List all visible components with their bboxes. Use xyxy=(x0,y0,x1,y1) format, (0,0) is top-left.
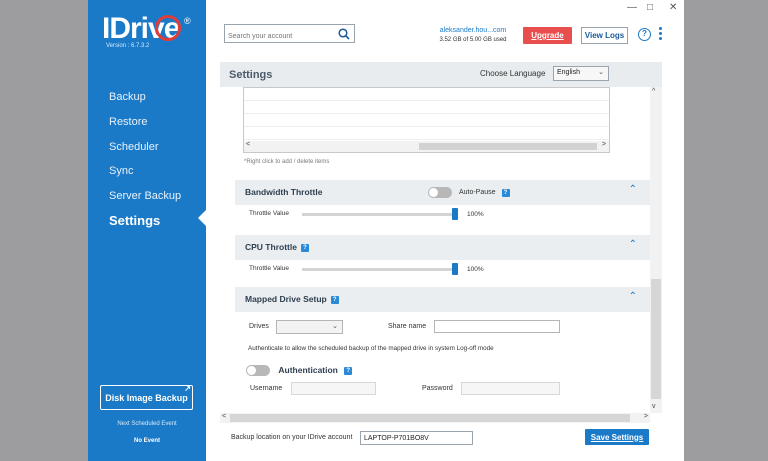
sidebar-item-restore[interactable]: Restore xyxy=(109,114,181,139)
next-event-label: Next Scheduled Event xyxy=(117,421,177,427)
sidebar-item-settings[interactable]: Settings xyxy=(109,213,181,238)
sidebar-nav: Backup Restore Scheduler Sync Server Bac… xyxy=(109,89,181,238)
chevron-up-icon[interactable]: ⌃ xyxy=(629,291,637,302)
sidebar-item-scheduler[interactable]: Scheduler xyxy=(109,139,181,164)
search-input[interactable] xyxy=(225,28,335,45)
idrive-window: IDrive ® Version : 6.7.3.2 Backup Restor… xyxy=(88,0,684,461)
drives-label: Drives xyxy=(249,323,269,330)
save-settings-button[interactable]: Save Settings xyxy=(585,429,649,445)
bandwidth-slider-handle[interactable] xyxy=(452,208,458,220)
logo-ring-icon xyxy=(155,15,181,41)
throttle-label: Throttle Value xyxy=(249,265,289,272)
cpu-slider-track[interactable] xyxy=(302,268,455,271)
sidebar: IDrive ® Version : 6.7.3.2 Backup Restor… xyxy=(88,0,206,461)
bandwidth-section-header[interactable]: Bandwidth Throttle Auto-Pause ? ⌃ xyxy=(235,180,650,205)
chevron-down-icon: ⌄ xyxy=(332,323,338,330)
maximize-icon[interactable]: □ xyxy=(647,2,653,13)
chevron-up-icon[interactable]: ⌃ xyxy=(629,184,637,195)
chevron-up-icon[interactable]: ⌃ xyxy=(629,239,637,250)
question-icon[interactable]: ? xyxy=(344,366,353,375)
scroll-left-icon[interactable]: < xyxy=(222,413,226,420)
authentication-label: Authentication xyxy=(278,365,338,375)
list-hint: *Right click to add / delete items xyxy=(244,159,330,165)
cpu-section-header[interactable]: CPU Throttle? ⌃ xyxy=(235,235,650,260)
scroll-right-icon[interactable]: > xyxy=(644,413,648,420)
question-icon[interactable]: ? xyxy=(501,188,510,197)
question-icon[interactable]: ? xyxy=(330,295,339,304)
bandwidth-title: Bandwidth Throttle xyxy=(245,187,323,197)
drives-select[interactable]: ⌄ xyxy=(276,320,343,334)
sidebar-item-backup[interactable]: Backup xyxy=(109,89,181,114)
cpu-title: CPU Throttle? xyxy=(245,242,309,252)
mapped-drive-title: Mapped Drive Setup? xyxy=(245,294,339,304)
list-item[interactable] xyxy=(244,88,609,101)
content-vertical-scrollbar[interactable]: ^ v xyxy=(650,87,662,413)
help-icon[interactable]: ? xyxy=(638,28,651,41)
auto-pause-label: Auto-Pause xyxy=(458,189,496,197)
upgrade-button[interactable]: Upgrade xyxy=(523,27,572,44)
list-item[interactable] xyxy=(244,114,609,127)
page-title: Settings xyxy=(229,69,273,81)
version-label: Version : 6.7.3.2 xyxy=(106,43,150,49)
username-label: Username xyxy=(250,385,283,392)
backup-location-label: Backup location on your IDrive account xyxy=(231,434,353,441)
scroll-left-icon[interactable]: < xyxy=(246,141,250,148)
storage-usage: 3.52 GB of 5.00 GB used xyxy=(439,37,507,43)
disk-image-backup-button[interactable]: Disk Image Backup ↗ xyxy=(100,384,193,410)
list-item[interactable] xyxy=(244,101,609,114)
scroll-up-icon[interactable]: ^ xyxy=(652,88,655,95)
throttle-label: Throttle Value xyxy=(249,210,289,217)
bandwidth-slider-track[interactable] xyxy=(302,213,455,216)
kebab-menu-icon[interactable] xyxy=(659,27,663,42)
list-horizontal-scrollbar[interactable]: < > xyxy=(244,141,609,152)
auto-pause-control: Auto-Pause ? xyxy=(428,187,510,198)
username-input[interactable] xyxy=(291,382,376,395)
idrive-logo: IDrive ® xyxy=(102,12,191,45)
next-event-value: No Event xyxy=(133,438,160,444)
share-name-input[interactable] xyxy=(434,320,560,333)
settings-header: Settings Choose Language English ⌄ xyxy=(220,62,662,87)
list-scroll-thumb[interactable] xyxy=(419,143,597,150)
cpu-throttle-row: Throttle Value 100% xyxy=(249,263,649,277)
bottom-bar: Backup location on your IDrive account L… xyxy=(220,423,662,461)
authentication-row: Authentication ? xyxy=(246,365,353,377)
sidebar-item-sync[interactable]: Sync xyxy=(109,163,181,188)
scroll-down-icon[interactable]: v xyxy=(652,403,656,410)
language-label: Choose Language xyxy=(480,69,546,78)
mapped-drive-section-header[interactable]: Mapped Drive Setup? ⌃ xyxy=(235,287,650,312)
vertical-scroll-thumb[interactable] xyxy=(651,279,661,399)
minimize-icon[interactable]: — xyxy=(627,2,637,13)
language-select[interactable]: English ⌄ xyxy=(553,66,609,81)
chevron-down-icon: ⌄ xyxy=(598,69,604,76)
external-link-icon: ↗ xyxy=(184,384,191,393)
share-name-label: Share name xyxy=(388,323,427,330)
settings-content: < > *Right click to add / delete items B… xyxy=(220,87,650,411)
content-horizontal-scrollbar[interactable]: < > xyxy=(220,413,650,423)
throttle-value: 100% xyxy=(467,211,484,218)
throttle-value: 100% xyxy=(467,266,484,273)
search-box xyxy=(224,24,355,45)
exclusion-list[interactable]: < > xyxy=(243,87,610,153)
auto-pause-toggle[interactable] xyxy=(428,187,452,198)
active-indicator-icon xyxy=(198,210,206,226)
horizontal-scroll-thumb[interactable] xyxy=(230,414,630,422)
view-logs-button[interactable]: View Logs xyxy=(581,27,628,44)
backup-location-field[interactable]: LAPTOP-P701BO8V xyxy=(360,431,473,445)
close-icon[interactable]: ✕ xyxy=(669,2,677,13)
auth-note: Authenticate to allow the scheduled back… xyxy=(248,345,494,352)
list-item[interactable] xyxy=(244,127,609,140)
question-icon[interactable]: ? xyxy=(300,243,309,252)
authentication-toggle[interactable] xyxy=(246,365,270,377)
sidebar-item-server-backup[interactable]: Server Backup xyxy=(109,188,181,213)
account-email[interactable]: aleksander.hou...com xyxy=(433,27,513,34)
password-label: Password xyxy=(422,385,453,392)
scroll-right-icon[interactable]: > xyxy=(602,141,606,148)
cpu-slider-handle[interactable] xyxy=(452,263,458,275)
search-icon[interactable] xyxy=(338,27,350,45)
bandwidth-throttle-row: Throttle Value 100% xyxy=(249,208,649,222)
password-input[interactable] xyxy=(461,382,560,395)
